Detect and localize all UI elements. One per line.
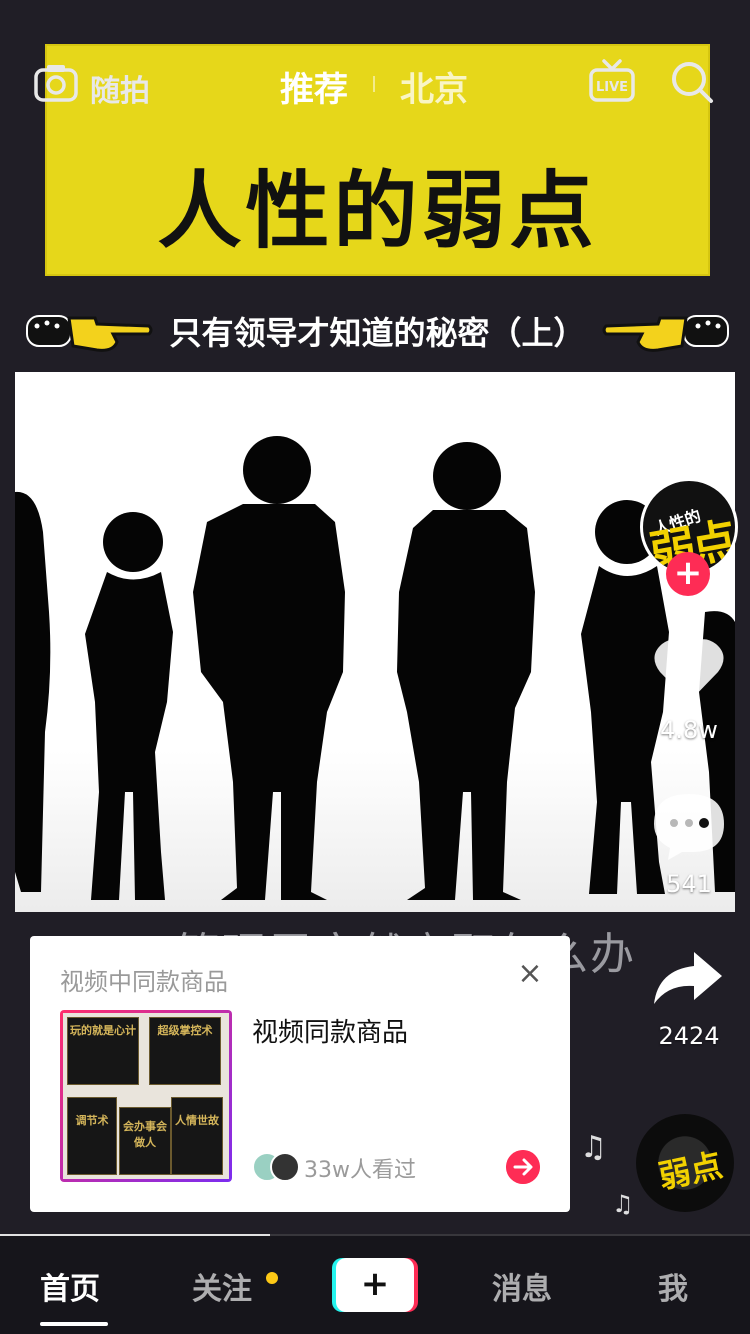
shoot-label[interactable]: 随拍 bbox=[90, 66, 150, 110]
arrow-right-icon[interactable] bbox=[506, 1150, 540, 1184]
close-icon[interactable]: × bbox=[516, 959, 544, 989]
bottom-nav: 首页 关注 + 消息 我 bbox=[0, 1234, 750, 1334]
share-count: 2424 bbox=[658, 1022, 720, 1050]
plus-icon: + bbox=[336, 1258, 414, 1312]
tab-city[interactable]: 北京 bbox=[400, 62, 468, 111]
book-cover: 会办事会做人 bbox=[119, 1107, 171, 1175]
share-icon[interactable] bbox=[652, 950, 724, 1006]
create-button[interactable]: + bbox=[332, 1258, 418, 1312]
camera-icon[interactable] bbox=[34, 62, 78, 102]
tab-divider bbox=[373, 76, 375, 92]
search-icon[interactable] bbox=[670, 60, 714, 104]
video-progress-track bbox=[0, 1234, 750, 1236]
video-subtitle-row: 只有领导才知道的秘密（上） bbox=[25, 300, 730, 360]
book-cover: 人情世故 bbox=[171, 1097, 223, 1175]
tab-recommend[interactable]: 推荐 bbox=[280, 62, 348, 111]
nav-messages[interactable]: 消息 bbox=[492, 1264, 552, 1308]
viewer-count: 33w人看过 bbox=[304, 1158, 416, 1183]
book-cover: 调节术 bbox=[67, 1097, 117, 1175]
product-card-header: 视频中同款商品 bbox=[60, 968, 228, 996]
book-cover: 玩的就是心计 bbox=[67, 1017, 139, 1085]
books-image: 玩的就是心计 超级掌控术 调节术 会办事会做人 人情世故 bbox=[63, 1013, 229, 1179]
pointing-hand-left-icon bbox=[26, 315, 153, 352]
comment-count: 541 bbox=[666, 870, 712, 898]
music-note-icon: ♫ bbox=[580, 1130, 607, 1165]
live-icon[interactable]: LIVE bbox=[588, 58, 636, 104]
product-thumbnail[interactable]: 玩的就是心计 超级掌控术 调节术 会办事会做人 人情世故 bbox=[60, 1010, 232, 1182]
nav-active-indicator bbox=[40, 1322, 108, 1326]
music-disc[interactable]: 弱点 bbox=[636, 1114, 734, 1212]
banner-title: 人性的弱点 bbox=[157, 162, 598, 260]
comment-icon[interactable] bbox=[652, 790, 726, 860]
music-note-icon-small: ♫ bbox=[612, 1190, 634, 1218]
nav-home[interactable]: 首页 bbox=[40, 1264, 100, 1308]
app-screen: 人性的弱点 只有领导才知道的秘密（上） 随拍 推荐 北京 LIVE 人性的 弱点… bbox=[0, 0, 750, 1334]
video-progress-fill bbox=[0, 1234, 270, 1236]
book-cover: 超级掌控术 bbox=[149, 1017, 221, 1085]
heart-icon[interactable] bbox=[652, 636, 726, 704]
video-subtitle: 只有领导才知道的秘密（上） bbox=[169, 314, 586, 352]
svg-text:LIVE: LIVE bbox=[596, 80, 628, 95]
silhouettes-image bbox=[15, 436, 735, 900]
top-nav: 随拍 推荐 北京 LIVE bbox=[0, 52, 750, 116]
like-count: 4.8w bbox=[660, 716, 718, 744]
notification-dot bbox=[266, 1272, 278, 1284]
video-frame[interactable] bbox=[15, 372, 735, 912]
nav-me[interactable]: 我 bbox=[658, 1264, 688, 1308]
viewer-avatar bbox=[270, 1152, 300, 1182]
product-title[interactable]: 视频同款商品 bbox=[252, 1012, 408, 1049]
music-disc-label: 弱点 bbox=[655, 1145, 726, 1197]
nav-following[interactable]: 关注 bbox=[192, 1264, 252, 1308]
pointing-hand-right-icon bbox=[602, 315, 729, 352]
product-card[interactable]: 视频中同款商品 × 玩的就是心计 超级掌控术 调节术 会办事会做人 人情世故 视… bbox=[30, 936, 570, 1212]
follow-button[interactable]: + bbox=[666, 552, 710, 596]
